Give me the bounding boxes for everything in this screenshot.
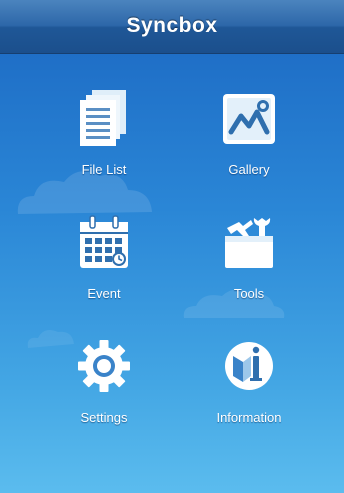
toolbox-icon [225,218,273,268]
gallery-label: Gallery [228,162,270,177]
gear-icon [78,340,130,392]
information-label: Information [216,410,282,425]
information-button[interactable]: Information [184,336,314,448]
file-list-icon [80,90,126,146]
event-label: Event [87,286,121,301]
app-screen: Syncbox File List Gallery Event Tools Se… [0,0,344,493]
file-list-button[interactable]: File List [39,88,169,200]
settings-button[interactable]: Settings [39,336,169,448]
title-bar: Syncbox [0,0,344,54]
gallery-icon [223,94,275,144]
info-icon [225,342,273,390]
tools-button[interactable]: Tools [184,212,314,324]
settings-label: Settings [80,410,128,425]
home-menu: File List Gallery Event Tools Settings I… [0,54,344,493]
gallery-button[interactable]: Gallery [184,88,314,200]
event-button[interactable]: Event [39,212,169,324]
app-title: Syncbox [126,14,218,37]
tools-label: Tools [233,286,265,301]
calendar-icon [80,215,128,268]
file-list-label: File List [81,162,127,177]
